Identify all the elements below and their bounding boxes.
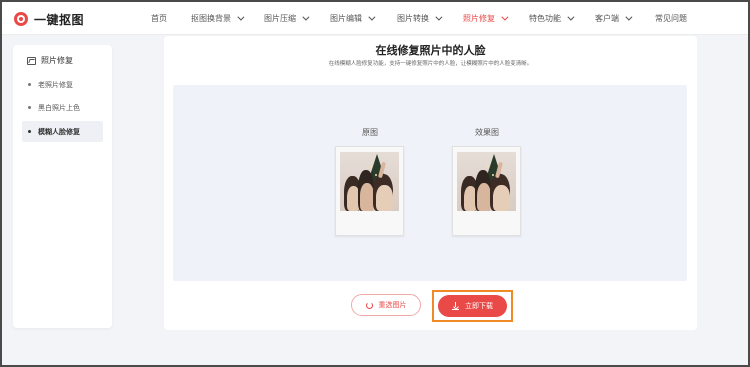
sidebar-item-colorize[interactable]: 黑白照片上色	[22, 97, 103, 118]
sidebar-item-label: 模糊人脸修复	[38, 127, 80, 136]
app-window: 一键抠图 首页 抠图换背景 图片压缩 图片编辑 图片转换 照片修复 特色功能 客…	[0, 0, 750, 367]
page-title: 在线修复照片中的人脸	[375, 44, 486, 57]
reselect-label: 重选图片	[378, 301, 407, 309]
nav-label: 图片转换	[397, 14, 429, 23]
nav-item-edit[interactable]: 图片编辑	[330, 13, 376, 24]
nav-label: 特色功能	[529, 14, 561, 23]
nav-label: 图片编辑	[330, 14, 362, 23]
result-photo	[457, 152, 516, 211]
chevron-down-icon	[567, 13, 575, 21]
nav-item-cutout[interactable]: 抠图换背景	[191, 13, 245, 24]
download-highlight: 立即下载	[432, 290, 513, 322]
original-image	[335, 146, 404, 236]
chevron-down-icon	[237, 13, 245, 21]
chevron-down-icon	[368, 13, 376, 21]
download-label: 立即下载	[465, 302, 493, 310]
sidebar: 照片修复 老照片修复 黑白照片上色 模糊人脸修复	[13, 45, 112, 328]
nav-label: 常见问题	[655, 14, 687, 23]
bullet-icon	[28, 130, 31, 133]
nav-item-features[interactable]: 特色功能	[529, 13, 575, 24]
top-header: 一键抠图 首页 抠图换背景 图片压缩 图片编辑 图片转换 照片修复 特色功能 客…	[2, 2, 748, 35]
chevron-down-icon	[625, 13, 633, 21]
result-label: 效果图	[475, 128, 499, 137]
sidebar-title-label: 照片修复	[41, 56, 73, 65]
refresh-icon	[365, 301, 373, 309]
nav-label: 照片修复	[463, 14, 495, 23]
original-photo	[340, 152, 399, 211]
original-label: 原图	[362, 128, 378, 137]
main-panel: 在线修复照片中的人脸 在线模糊人脸修复功能，支持一键修复照片中的人脸，让模糊照片…	[164, 36, 697, 330]
bullet-icon	[28, 106, 31, 109]
sidebar-item-label: 黑白照片上色	[38, 103, 80, 112]
image-icon	[27, 56, 36, 65]
bullet-icon	[28, 83, 31, 86]
nav-item-home[interactable]: 首页	[151, 13, 167, 24]
nav-item-compress[interactable]: 图片压缩	[264, 13, 310, 24]
download-icon	[452, 301, 459, 310]
nav-item-faq[interactable]: 常见问题	[655, 13, 687, 24]
nav-item-convert[interactable]: 图片转换	[397, 13, 443, 24]
chevron-down-icon	[302, 13, 310, 21]
page-subtitle: 在线模糊人脸修复功能，支持一键修复照片中的人脸，让模糊照片中的人脸变清晰。	[328, 61, 533, 67]
nav-item-client[interactable]: 客户端	[595, 13, 633, 24]
sidebar-item-label: 老照片修复	[38, 80, 73, 89]
sidebar-title: 照片修复	[27, 55, 73, 66]
result-image	[452, 146, 521, 236]
chevron-down-icon	[435, 13, 443, 21]
reselect-image-button[interactable]: 重选图片	[351, 294, 421, 316]
nav-item-photo-repair[interactable]: 照片修复	[463, 13, 509, 24]
nav-label: 图片压缩	[264, 14, 296, 23]
download-button[interactable]: 立即下载	[438, 295, 507, 317]
nav-label: 客户端	[595, 14, 619, 23]
comparison-area: 原图 效果图	[173, 85, 687, 281]
main-nav: 首页 抠图换背景 图片压缩 图片编辑 图片转换 照片修复 特色功能 客户端 常见…	[2, 2, 748, 35]
nav-label: 首页	[151, 14, 167, 23]
sidebar-item-old-photo-repair[interactable]: 老照片修复	[22, 74, 103, 95]
chevron-down-icon	[501, 13, 509, 21]
nav-label: 抠图换背景	[191, 14, 231, 23]
sidebar-item-face-repair[interactable]: 模糊人脸修复	[22, 121, 103, 142]
